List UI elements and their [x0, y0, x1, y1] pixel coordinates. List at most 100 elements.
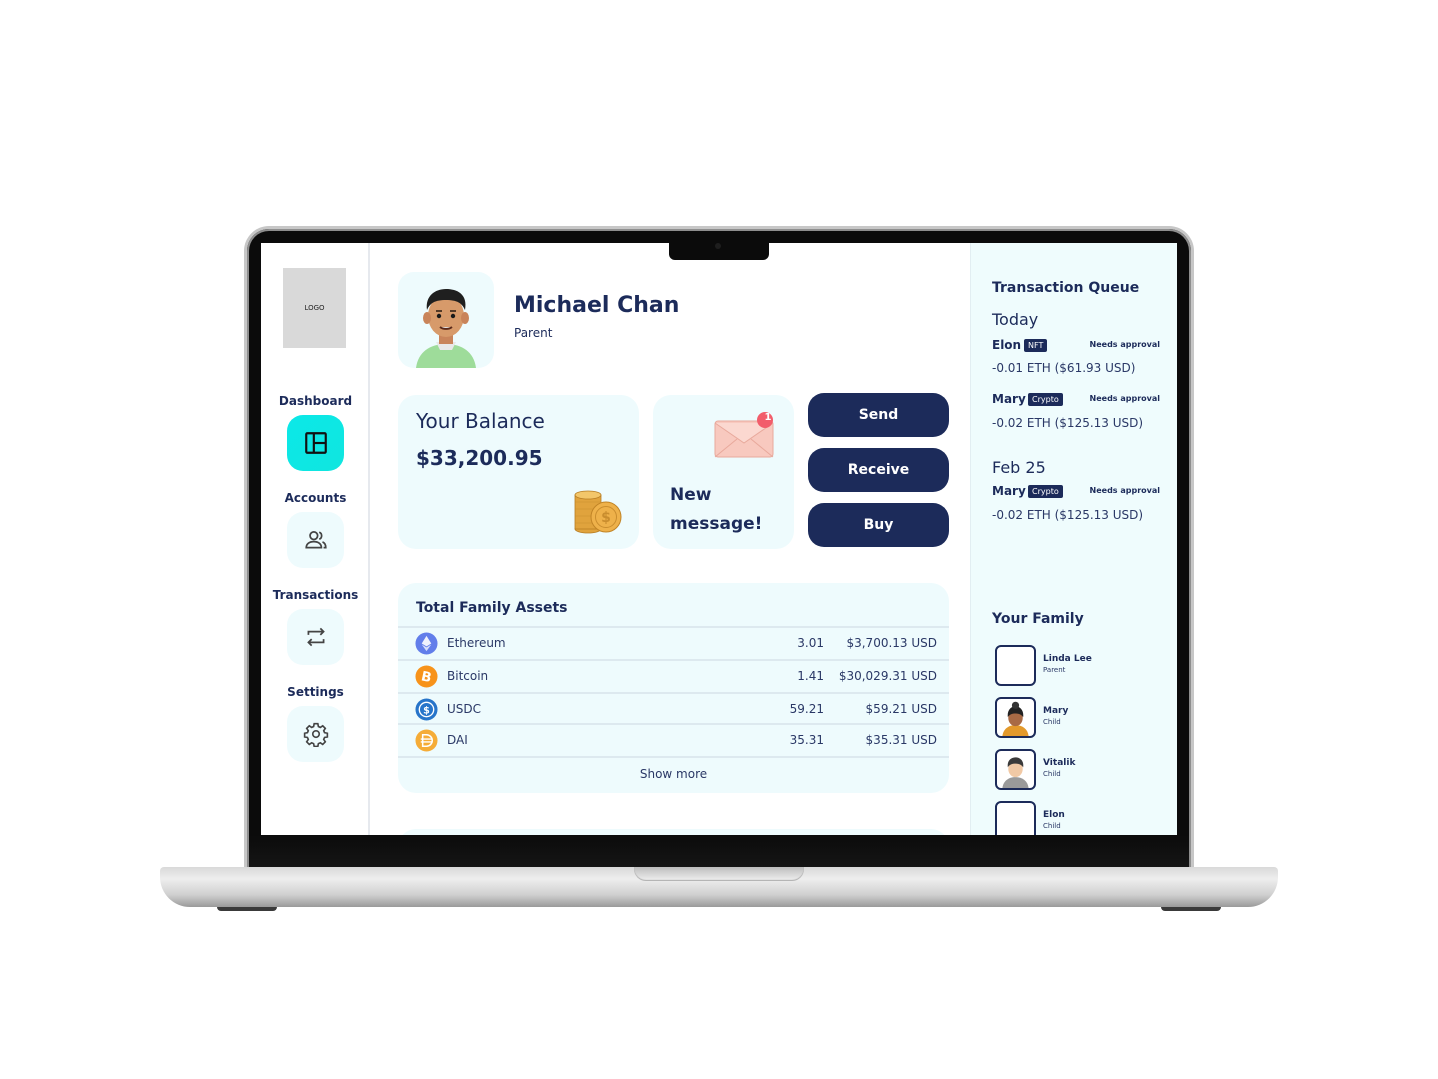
laptop-thumb-notch	[634, 867, 804, 881]
gear-icon	[303, 722, 328, 747]
profile-name: Michael Chan	[514, 293, 680, 318]
child-avatar-icon	[1002, 757, 1029, 788]
balance-card: Your Balance $33,200.95 $	[398, 395, 639, 549]
dai-icon	[415, 728, 438, 752]
receive-button[interactable]: Receive	[808, 448, 949, 492]
asset-value: $3,700.13 USD	[846, 636, 937, 650]
asset-row[interactable]: Ethereum 3.01 $3,700.13 USD	[398, 626, 949, 658]
queue-item[interactable]: Mary Crypto Needs approval	[992, 484, 1167, 500]
coins-icon: $	[574, 490, 622, 534]
bitcoin-icon: B	[415, 664, 438, 688]
asset-name: Bitcoin	[447, 669, 489, 683]
main-content: Michael Chan Parent Your Balance $33,200…	[370, 243, 970, 835]
member-role: Child	[1043, 770, 1061, 778]
queue-item-name: Mary	[992, 392, 1026, 406]
queue-item[interactable]: Mary Crypto Needs approval	[992, 392, 1167, 408]
asset-row[interactable]: B Bitcoin 1.41 $30,029.31 USD	[398, 659, 949, 691]
settings-button[interactable]	[287, 706, 344, 762]
new-message-card[interactable]: 1 New message!	[653, 395, 794, 549]
family-member[interactable]: Mary Child	[995, 697, 1165, 739]
family-member[interactable]: Linda Lee Parent	[995, 645, 1165, 687]
queue-date: Feb 25	[992, 458, 1046, 477]
buy-button[interactable]: Buy	[808, 503, 949, 547]
next-card-partial	[398, 829, 949, 835]
divider	[398, 756, 949, 758]
queue-item-tag: Crypto	[1028, 485, 1063, 498]
family-member[interactable]: Vitalik Child	[995, 749, 1165, 791]
sidebar-item-settings[interactable]: Settings	[261, 685, 370, 762]
users-icon	[304, 531, 327, 549]
balance-title: Your Balance	[416, 409, 545, 433]
asset-value: $35.31 USD	[865, 733, 937, 747]
send-button[interactable]: Send	[808, 393, 949, 437]
queue-item-status: Needs approval	[1089, 486, 1160, 495]
asset-name: DAI	[447, 733, 468, 747]
laptop-foot	[1161, 907, 1221, 911]
show-more-link[interactable]: Show more	[398, 767, 949, 781]
app-screen: LOGO Dashboard Accounts Transactions Set…	[261, 243, 1177, 835]
sidebar: LOGO Dashboard Accounts Transactions Set…	[261, 243, 370, 835]
sidebar-item-dashboard[interactable]: Dashboard	[261, 394, 370, 471]
avatar-illustration-icon	[416, 289, 476, 368]
avatar	[995, 801, 1036, 835]
sidebar-item-label: Accounts	[284, 491, 347, 505]
queue-item-amount: -0.02 ETH ($125.13 USD)	[992, 416, 1144, 430]
queue-item-status: Needs approval	[1089, 340, 1160, 349]
asset-value: $30,029.31 USD	[838, 669, 937, 683]
queue-item-tag: Crypto	[1028, 393, 1063, 406]
transactions-button[interactable]	[287, 609, 344, 665]
asset-name: USDC	[447, 702, 482, 716]
member-role: Child	[1043, 822, 1061, 830]
camera-notch	[669, 240, 769, 260]
dashboard-button[interactable]	[287, 415, 344, 471]
queue-item-tag: NFT	[1024, 339, 1048, 352]
asset-amount: 3.01	[797, 636, 824, 650]
layout-icon	[304, 432, 327, 454]
asset-amount: 35.31	[789, 733, 824, 747]
family-member[interactable]: Elon Child	[995, 801, 1165, 835]
asset-amount: 59.21	[789, 702, 824, 716]
balance-value: $33,200.95	[416, 446, 543, 470]
sidebar-item-accounts[interactable]: Accounts	[261, 491, 370, 568]
avatar	[995, 697, 1036, 738]
queue-title: Transaction Queue	[992, 280, 1140, 296]
message-text: New message!	[670, 485, 763, 534]
sidebar-item-transactions[interactable]: Transactions	[261, 588, 370, 665]
svg-text:$: $	[423, 705, 430, 716]
assets-title: Total Family Assets	[416, 600, 568, 616]
queue-item[interactable]: Elon NFT Needs approval	[992, 338, 1167, 354]
sidebar-item-label: Settings	[287, 685, 344, 699]
transaction-queue-panel: Transaction Queue Today Elon NFT Needs a…	[970, 243, 1177, 835]
queue-date: Today	[992, 310, 1039, 329]
asset-value: $59.21 USD	[865, 702, 937, 716]
queue-item-amount: -0.02 ETH ($125.13 USD)	[992, 508, 1144, 522]
accounts-button[interactable]	[287, 512, 344, 568]
asset-row[interactable]: $ USDC 59.21 $59.21 USD	[398, 692, 949, 724]
sidebar-item-label: Dashboard	[278, 394, 353, 408]
asset-name: Ethereum	[447, 636, 506, 650]
asset-row[interactable]: DAI 35.31 $35.31 USD	[398, 723, 949, 755]
member-role: Parent	[1043, 666, 1066, 674]
member-name: Elon	[1043, 810, 1065, 820]
member-role: Child	[1043, 718, 1061, 726]
family-title: Your Family	[992, 611, 1084, 627]
swap-arrows-icon	[306, 627, 325, 647]
avatar	[995, 645, 1036, 686]
member-name: Linda Lee	[1043, 654, 1092, 664]
queue-item-name: Elon	[992, 338, 1022, 352]
member-name: Vitalik	[1043, 758, 1076, 768]
queue-item-name: Mary	[992, 484, 1026, 498]
logo-placeholder: LOGO	[283, 268, 346, 348]
sidebar-item-label: Transactions	[272, 588, 359, 602]
message-badge: 1	[764, 412, 772, 423]
profile-avatar[interactable]	[398, 272, 494, 368]
usdc-icon: $	[415, 697, 438, 721]
queue-item-amount: -0.01 ETH ($61.93 USD)	[992, 361, 1136, 375]
svg-text:$: $	[601, 510, 611, 526]
member-name: Mary	[1043, 706, 1069, 716]
camera-icon	[715, 243, 721, 249]
child-avatar-icon	[1002, 701, 1029, 736]
family-assets-card: Total Family Assets Ethereum 3.01 $3,700…	[398, 583, 949, 793]
avatar	[995, 749, 1036, 790]
profile-role: Parent	[514, 326, 553, 340]
